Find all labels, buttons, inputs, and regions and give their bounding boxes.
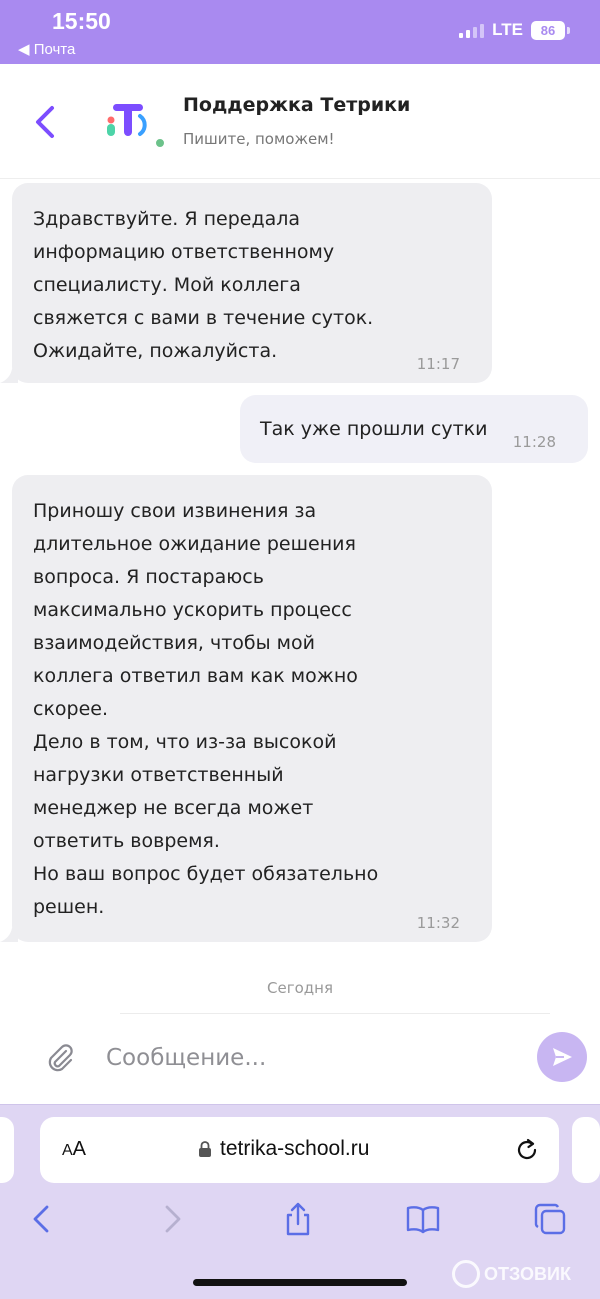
message-composer — [0, 1020, 600, 1104]
incoming-message: Приношу свои извинения за длительное ожи… — [12, 475, 492, 942]
message-line: Здравствуйте. Я передала — [33, 208, 301, 230]
home-indicator[interactable] — [193, 1279, 407, 1286]
message-line: свяжется с вами в течение суток. — [33, 307, 374, 329]
message-line: Ожидайте, пожалуйста. — [33, 340, 278, 362]
message-line: вопроса. Я постараюсь — [33, 566, 264, 588]
paperclip-icon[interactable] — [44, 1042, 76, 1074]
watermark-logo-icon — [452, 1260, 480, 1288]
day-separator: Сегодня — [267, 979, 333, 997]
bubble-tail — [0, 369, 18, 383]
chat-subtitle: Пишите, поможем! — [183, 130, 335, 148]
safari-back-icon[interactable] — [24, 1201, 60, 1237]
message-time: 11:32 — [416, 914, 460, 932]
message-line: коллега ответил вам как можно — [33, 665, 358, 687]
send-button[interactable] — [537, 1032, 587, 1082]
battery-icon: 86 — [531, 20, 565, 40]
aa-small-glyph: A — [62, 1142, 73, 1159]
status-time: 15:50 — [52, 8, 111, 34]
otzovik-watermark: ОТЗОВИК — [452, 1260, 571, 1288]
chat-header: Поддержка Тетрики Пишите, поможем! — [0, 64, 600, 179]
incoming-message: Здравствуйте. Я передала информацию отве… — [12, 183, 492, 383]
network-type: LTE — [492, 20, 523, 39]
message-line: скорее. — [33, 698, 109, 720]
message-line: решен. — [33, 896, 105, 918]
url-text: tetrika-school.ru — [220, 1137, 370, 1160]
message-time: 11:17 — [416, 355, 460, 373]
message-line: ответить вовремя. — [33, 830, 220, 852]
aa-large-glyph: A — [72, 1138, 87, 1160]
message-time: 11:28 — [512, 433, 556, 451]
watermark-text: ОТЗОВИК — [484, 1263, 571, 1284]
safari-forward-icon[interactable] — [154, 1201, 190, 1237]
message-line: специалисту. Мой коллега — [33, 274, 301, 296]
status-indicators: LTE 86 — [459, 20, 570, 40]
back-to-mail-link[interactable]: ◀ Почта — [18, 40, 75, 58]
tetrika-logo-icon — [107, 104, 147, 136]
message-line: Приношу свои извинения за — [33, 500, 317, 522]
message-line: нагрузки ответственный — [33, 764, 284, 786]
message-line: Дело в том, что из-за высокой — [33, 731, 337, 753]
url-display[interactable]: tetrika-school.ru — [198, 1137, 369, 1161]
lock-icon — [199, 1141, 211, 1157]
chat-title: Поддержка Тетрики — [183, 94, 411, 116]
online-status-dot — [154, 137, 166, 149]
send-icon — [553, 1048, 572, 1066]
message-line: информацию ответственному — [33, 241, 335, 263]
reader-settings-button[interactable]: AA — [62, 1138, 86, 1161]
share-icon[interactable] — [280, 1201, 316, 1237]
next-tab-peek[interactable] — [572, 1117, 600, 1183]
message-line: менеджер не всегда может — [33, 797, 314, 819]
message-line: длительное ожидание решения — [33, 533, 356, 555]
separator-line — [120, 1013, 550, 1014]
outgoing-message: Так уже прошли сутки 11:28 — [240, 395, 588, 463]
address-bar[interactable]: AA tetrika-school.ru — [40, 1117, 559, 1183]
bubble-tail — [0, 928, 18, 942]
message-line: максимально ускорить процесс — [33, 599, 352, 621]
previous-tab-peek[interactable] — [0, 1117, 14, 1183]
back-arrow-icon[interactable] — [32, 104, 62, 140]
status-bar: 15:50 ◀ Почта LTE 86 — [0, 0, 600, 64]
tabs-icon[interactable] — [532, 1201, 568, 1237]
bookmarks-icon[interactable] — [405, 1201, 441, 1237]
signal-icon — [459, 22, 485, 38]
message-line: взаимодействия, чтобы мой — [33, 632, 315, 654]
message-input[interactable] — [106, 1040, 516, 1076]
reload-icon[interactable] — [514, 1137, 540, 1163]
battery-tip — [567, 26, 570, 34]
message-line: Но ваш вопрос будет обязательно — [33, 863, 379, 885]
